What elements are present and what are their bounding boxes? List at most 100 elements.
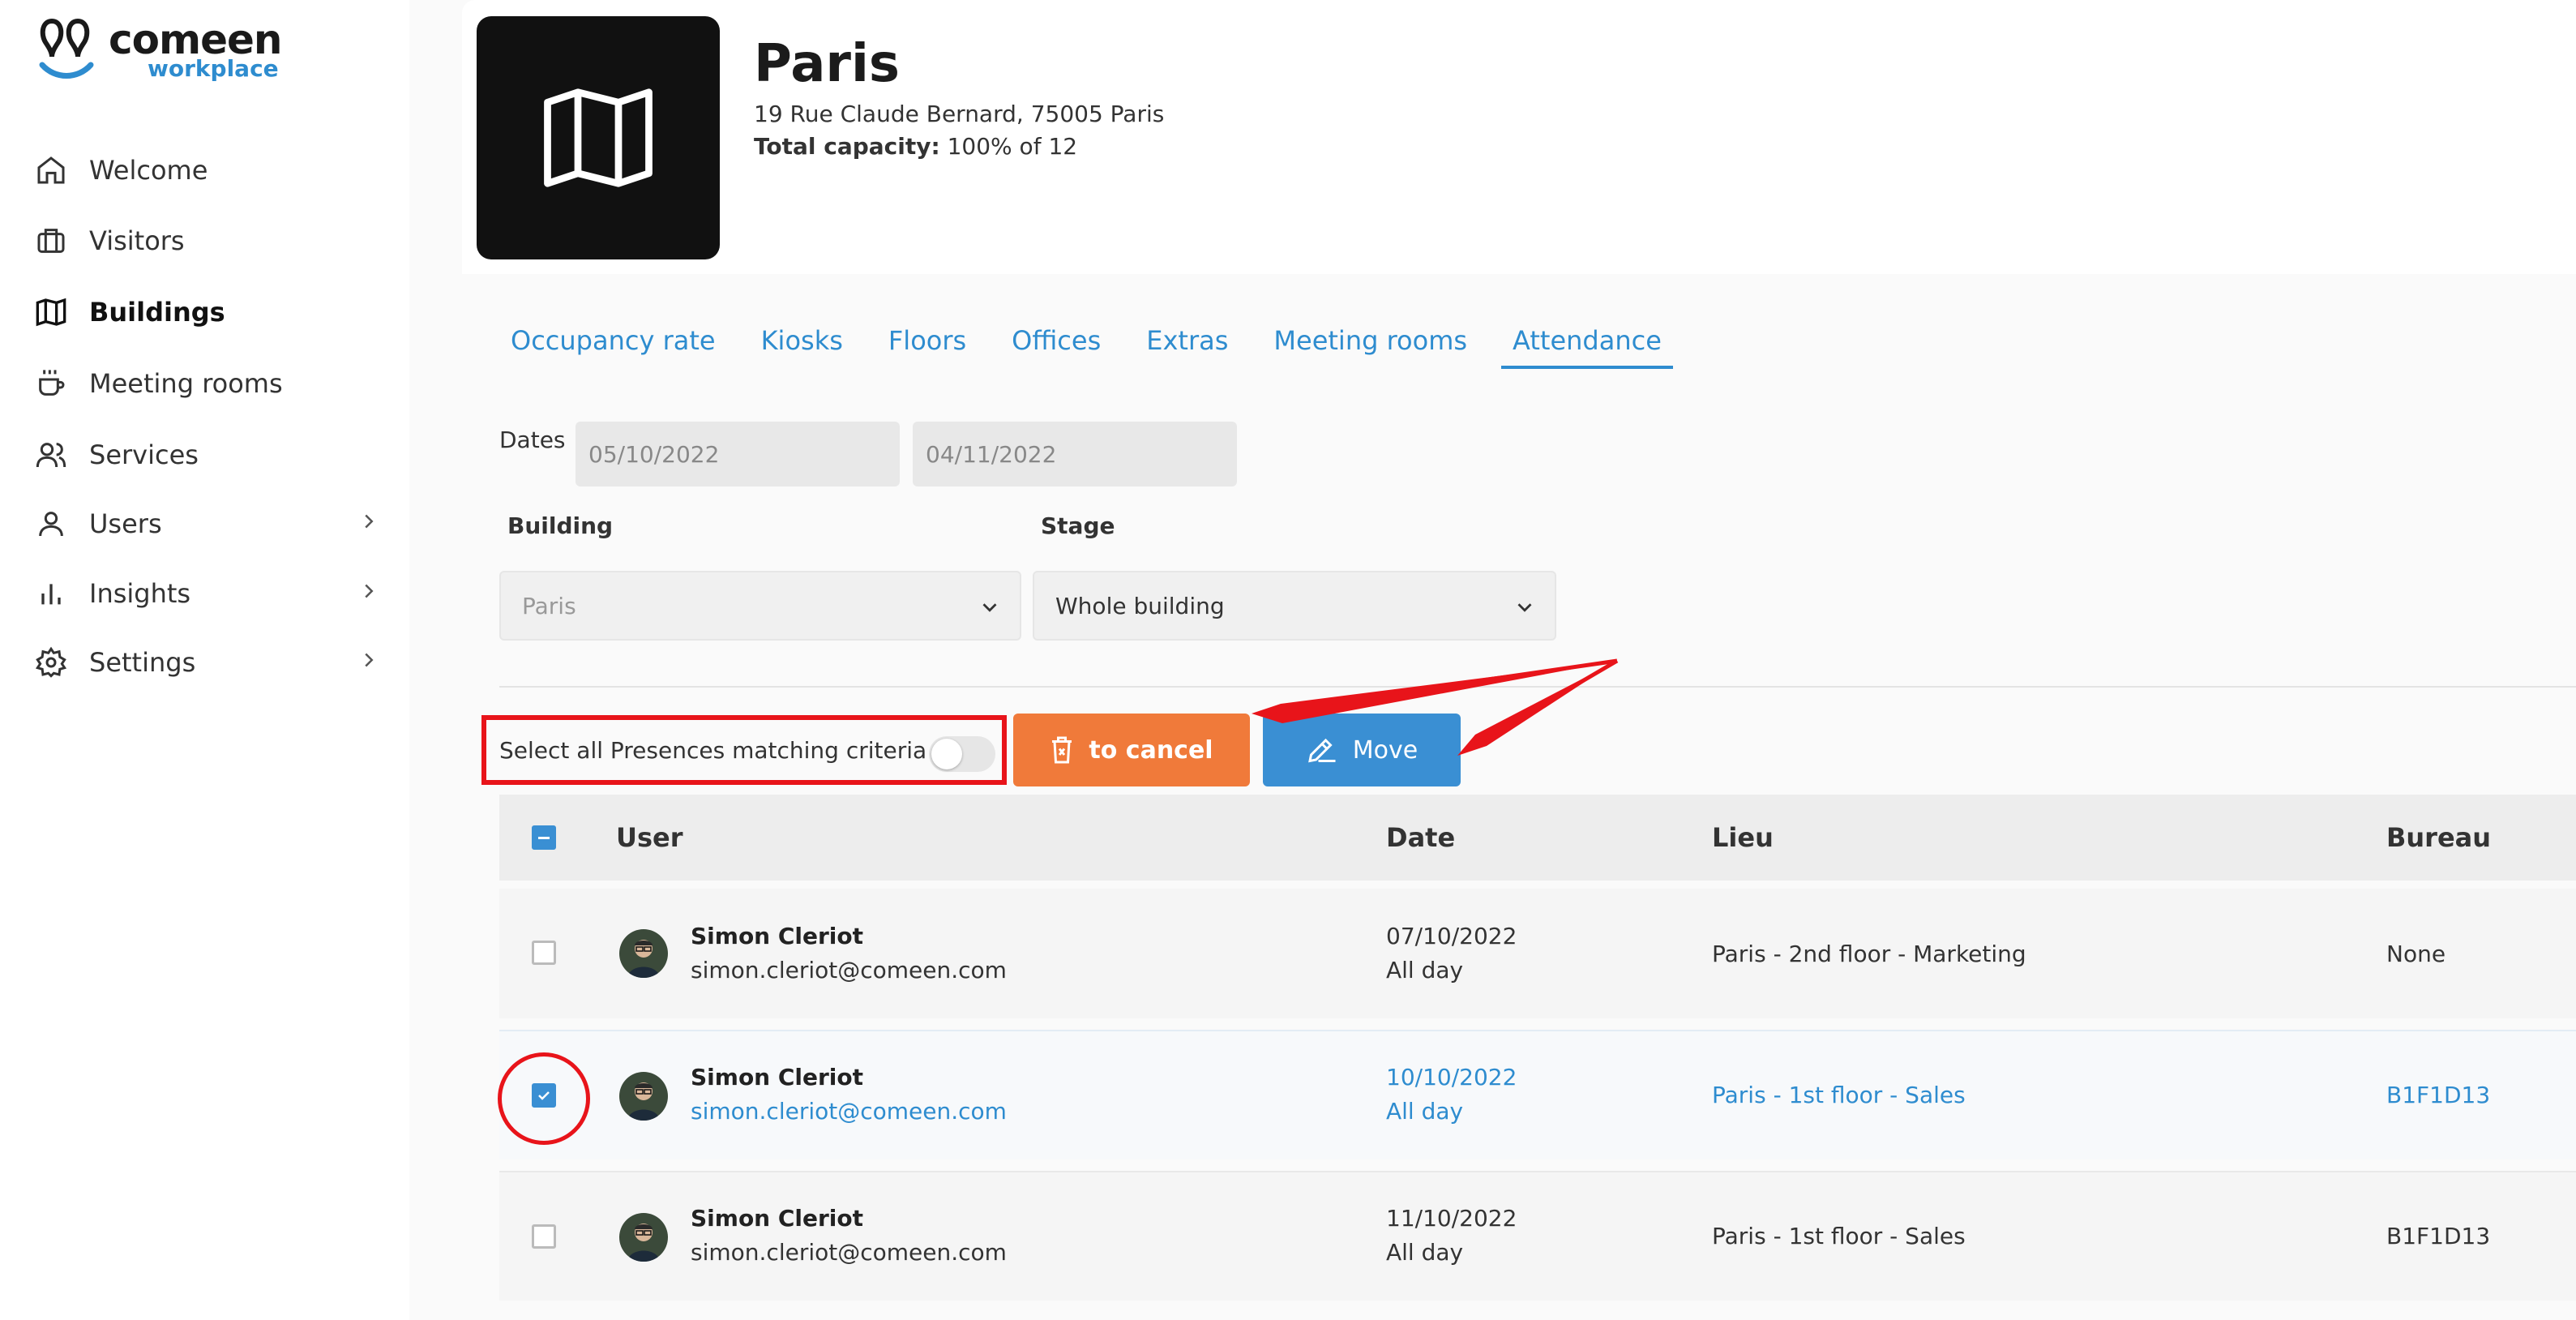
pencil-icon [1306,735,1338,765]
user-email: simon.cleriot@comeen.com [691,957,1007,984]
row-place: Paris - 2nd floor - Marketing [1712,941,2026,967]
sidebar-item-label: Insights [89,578,191,609]
row-date: 10/10/2022 [1386,1064,1517,1091]
sidebar-item-visitors[interactable]: Visitors [32,216,381,265]
row-period: All day [1386,1098,1464,1125]
stage-select-value: Whole building [1055,592,1225,619]
tab-occupancy-rate[interactable]: Occupancy rate [511,320,716,369]
brand-sub: workplace [148,55,279,82]
people-icon [32,436,70,474]
move-button[interactable]: Move [1263,714,1461,786]
sidebar-item-label: Services [89,439,199,470]
table-header: User Date Lieu Bureau [499,795,2576,881]
tab-attendance[interactable]: Attendance [1501,320,1673,369]
row-checkbox[interactable] [532,941,556,965]
tab-extras[interactable]: Extras [1146,320,1228,369]
building-header: Paris 19 Rue Claude Bernard, 75005 Paris… [462,0,2576,274]
building-select[interactable]: Paris [499,571,1021,641]
select-all-rows-checkbox[interactable] [532,825,556,850]
sidebar-item-label: Welcome [89,155,208,186]
row-date: 11/10/2022 [1386,1205,1517,1232]
home-icon [32,152,70,189]
sidebar-item-insights[interactable]: Insights [32,569,381,618]
header-date: Date [1386,822,1456,853]
chevron-right-icon[interactable] [357,648,381,679]
brand-logo[interactable]: comeen workplace [37,16,283,82]
cancel-button-label: to cancel [1089,735,1213,765]
toggle-knob [931,739,962,769]
trash-icon [1050,735,1074,765]
sidebar-item-welcome[interactable]: Welcome [32,146,381,195]
sidebar-item-meeting-rooms[interactable]: Meeting rooms [32,359,381,408]
stage-label: Stage [1041,512,1115,539]
user-name: Simon Cleriot [691,1205,864,1232]
select-all-toggle[interactable] [929,736,995,772]
header-place: Lieu [1712,822,1774,853]
map-icon [32,294,70,331]
sidebar-item-label: Visitors [89,225,185,256]
row-checkbox[interactable] [532,1224,556,1249]
sidebar-item-buildings[interactable]: Buildings [32,288,381,336]
cancel-presences-button[interactable]: to cancel [1013,714,1250,786]
sidebar-item-services[interactable]: Services [32,431,381,479]
divider [499,686,2576,688]
coffee-cup-icon [32,365,70,402]
row-date: 07/10/2022 [1386,923,1517,949]
building-label: Building [507,512,614,539]
main-content: Paris 19 Rue Claude Bernard, 75005 Paris… [462,0,2576,1320]
chevron-down-icon [978,595,1002,625]
move-button-label: Move [1352,735,1419,765]
user-icon [32,505,70,542]
date-from-input[interactable] [576,422,900,486]
stage-select[interactable]: Whole building [1033,571,1556,641]
annotation-circle [498,1052,590,1145]
tab-meeting-rooms[interactable]: Meeting rooms [1273,320,1467,369]
user-name: Simon Cleriot [691,923,864,949]
building-address: 19 Rue Claude Bernard, 75005 Paris [754,101,1165,127]
bar-chart-icon [32,575,70,612]
row-place: Paris - 1st floor - Sales [1712,1082,1966,1108]
table-row[interactable]: Simon Cleriot simon.cleriot@comeen.com 1… [499,1030,2576,1159]
row-place: Paris - 1st floor - Sales [1712,1223,1966,1249]
chevron-down-icon [1513,595,1537,625]
row-period: All day [1386,1239,1464,1266]
tab-offices[interactable]: Offices [1012,320,1101,369]
gear-icon [32,644,70,681]
row-desk: None [2386,941,2446,967]
sidebar-item-label: Users [89,508,162,539]
tabs: Occupancy rate Kiosks Floors Offices Ext… [511,320,1718,369]
dates-label: Dates [499,426,566,453]
select-all-label: Select all Presences matching criteria [499,736,927,764]
building-image [477,16,720,259]
building-capacity: Total capacity: 100% of 12 [754,133,1077,160]
header-user: User [616,822,683,853]
select-all-toggle-row: Select all Presences matching criteria [481,715,1007,785]
tab-floors[interactable]: Floors [888,320,966,369]
building-select-value: Paris [522,592,576,619]
row-desk: B1F1D13 [2386,1223,2491,1249]
table-row[interactable]: Simon Cleriot simon.cleriot@comeen.com 1… [499,1171,2576,1301]
avatar [619,1072,668,1121]
comeen-logo-icon [39,19,94,79]
header-desk: Bureau [2386,822,2492,853]
sidebar-item-label: Settings [89,647,196,678]
sidebar-item-settings[interactable]: Settings [32,638,381,687]
user-email: simon.cleriot@comeen.com [691,1239,1007,1266]
table-row[interactable]: Simon Cleriot simon.cleriot@comeen.com 0… [499,889,2576,1018]
capacity-label: Total capacity: [754,133,940,160]
user-email[interactable]: simon.cleriot@comeen.com [691,1098,1007,1125]
row-period: All day [1386,957,1464,984]
avatar [619,929,668,978]
tab-kiosks[interactable]: Kiosks [761,320,843,369]
chevron-right-icon[interactable] [357,579,381,610]
briefcase-icon [32,222,70,259]
row-desk: B1F1D13 [2386,1082,2491,1108]
sidebar-item-label: Meeting rooms [89,368,283,399]
sidebar-item-users[interactable]: Users [32,499,381,548]
avatar [619,1213,668,1262]
sidebar: comeen workplace Welcome Visitors Buildi… [0,0,409,1320]
date-to-input[interactable] [913,422,1237,486]
chevron-right-icon[interactable] [357,509,381,540]
capacity-value: 100% of 12 [947,133,1078,160]
page-title: Paris [754,34,900,94]
